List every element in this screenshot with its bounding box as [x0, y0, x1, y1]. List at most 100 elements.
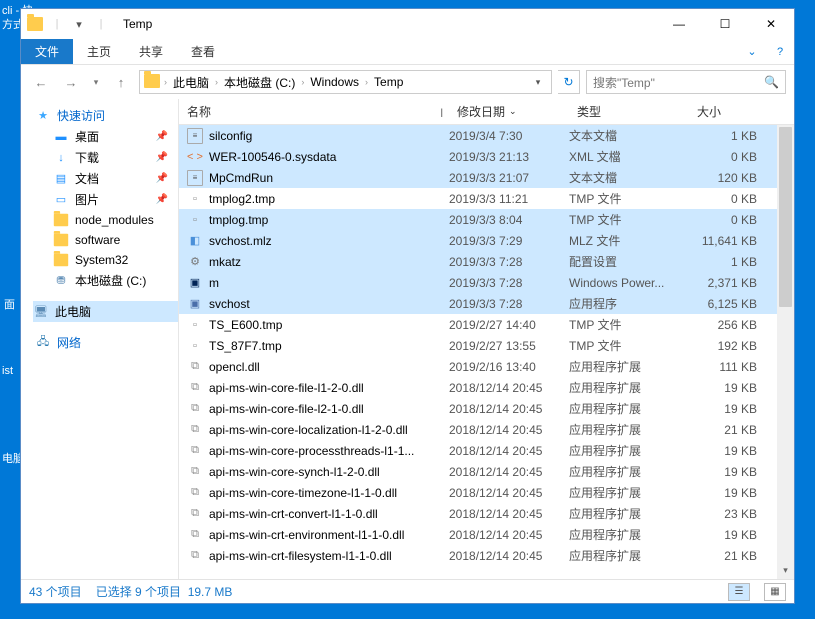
column-type[interactable]: 类型 — [569, 103, 689, 120]
file-icon: ▣ — [187, 275, 203, 291]
file-row[interactable]: ▣m2019/3/3 7:28Windows Power...2,371 KB — [179, 272, 794, 293]
file-row[interactable]: ⧉api-ms-win-core-file-l2-1-0.dll2018/12/… — [179, 398, 794, 419]
sidebar-item-icon: ↓ — [53, 150, 69, 166]
sidebar-quick-access[interactable]: ★ 快速访问 — [35, 105, 178, 126]
sidebar-item[interactable]: ▤文档📌 — [35, 168, 178, 189]
status-item-count: 43 个项目 — [29, 583, 82, 600]
scrollbar-vertical[interactable]: ▴ ▾ — [777, 125, 794, 579]
file-icon: ▫ — [187, 338, 203, 354]
file-date: 2018/12/14 20:45 — [449, 402, 569, 416]
file-row[interactable]: ⧉api-ms-win-crt-environment-l1-1-0.dll20… — [179, 524, 794, 545]
forward-button[interactable]: → — [59, 70, 83, 94]
sidebar-item[interactable]: ▭图片📌 — [35, 189, 178, 210]
file-name: api-ms-win-crt-convert-l1-1-0.dll — [209, 507, 378, 521]
scroll-down-icon[interactable]: ▾ — [777, 562, 794, 579]
minimize-button[interactable]: — — [656, 9, 702, 39]
column-size[interactable]: 大小 — [689, 103, 769, 120]
file-row[interactable]: ◧svchost.mlz2019/3/3 7:29MLZ 文件11,641 KB — [179, 230, 794, 251]
file-row[interactable]: < >WER-100546-0.sysdata2019/3/3 21:13XML… — [179, 146, 794, 167]
sidebar-network-label: 网络 — [57, 334, 81, 351]
file-type: 应用程序扩展 — [569, 463, 689, 480]
sidebar-network[interactable]: 🖧 网络 — [35, 332, 178, 353]
file-icon: ⧉ — [187, 380, 203, 396]
column-date[interactable]: 修改日期⌄ — [449, 103, 569, 120]
file-row[interactable]: ⧉api-ms-win-core-synch-l1-2-0.dll2018/12… — [179, 461, 794, 482]
sidebar-item[interactable]: node_modules — [35, 210, 178, 230]
file-row[interactable]: ⧉opencl.dll2019/2/16 13:40应用程序扩展111 KB — [179, 356, 794, 377]
file-row[interactable]: ▫tmplog.tmp2019/3/3 8:04TMP 文件0 KB — [179, 209, 794, 230]
file-row[interactable]: ⚙mkatz2019/3/3 7:28配置设置1 KB — [179, 251, 794, 272]
status-selected: 已选择 9 个项目 19.7 MB — [96, 583, 233, 600]
breadcrumb-drive[interactable]: 本地磁盘 (C:) — [222, 74, 297, 91]
tab-file[interactable]: 文件 — [21, 39, 73, 64]
column-name[interactable]: 名称| — [179, 103, 449, 120]
sidebar-item-icon — [53, 232, 69, 248]
explorer-window: | ▾ | Temp — ☐ ✕ 文件 主页 共享 查看 ⌄ ? ← → ▾ ↑… — [20, 8, 795, 604]
sidebar-item[interactable]: ▬桌面📌 — [35, 126, 178, 147]
file-date: 2019/2/27 13:55 — [449, 339, 569, 353]
breadcrumb[interactable]: › 此电脑 › 本地磁盘 (C:) › Windows › Temp ▾ — [139, 70, 552, 94]
file-row[interactable]: ▫TS_87F7.tmp2019/2/27 13:55TMP 文件192 KB — [179, 335, 794, 356]
desktop-fragment: 面 — [4, 296, 15, 312]
sidebar-item[interactable]: System32 — [35, 250, 178, 270]
address-dropdown[interactable]: ▾ — [529, 77, 547, 88]
ribbon-expand-icon[interactable]: ⌄ — [738, 39, 766, 64]
file-row[interactable]: ⧉api-ms-win-core-file-l1-2-0.dll2018/12/… — [179, 377, 794, 398]
folder-icon — [144, 74, 160, 91]
refresh-button[interactable]: ↻ — [558, 70, 580, 94]
file-type: 应用程序扩展 — [569, 358, 689, 375]
file-icon: ⧉ — [187, 548, 203, 564]
file-size: 21 KB — [689, 423, 769, 437]
breadcrumb-root[interactable]: 此电脑 — [171, 74, 211, 91]
file-date: 2019/3/3 8:04 — [449, 213, 569, 227]
file-name: WER-100546-0.sysdata — [209, 150, 336, 164]
sidebar-item[interactable]: ↓下载📌 — [35, 147, 178, 168]
pin-icon: 📌 — [156, 194, 168, 205]
breadcrumb-temp[interactable]: Temp — [372, 75, 405, 89]
file-row[interactable]: ⧉api-ms-win-core-localization-l1-2-0.dll… — [179, 419, 794, 440]
qat-dropdown[interactable]: ▾ — [71, 16, 87, 32]
back-button[interactable]: ← — [29, 70, 53, 94]
file-date: 2019/3/3 7:28 — [449, 297, 569, 311]
sidebar-item-label: 本地磁盘 (C:) — [75, 272, 146, 289]
file-type: Windows Power... — [569, 276, 689, 290]
file-row[interactable]: ⧉api-ms-win-core-timezone-l1-1-0.dll2018… — [179, 482, 794, 503]
file-icon: ◧ — [187, 233, 203, 249]
close-button[interactable]: ✕ — [748, 9, 794, 39]
file-row[interactable]: ▫tmplog2.tmp2019/3/3 11:21TMP 文件0 KB — [179, 188, 794, 209]
sort-indicator: | — [441, 107, 443, 117]
breadcrumb-windows[interactable]: Windows — [308, 75, 361, 89]
file-type: 应用程序扩展 — [569, 379, 689, 396]
file-row[interactable]: ⧉api-ms-win-core-processthreads-l1-1...2… — [179, 440, 794, 461]
file-row[interactable]: ⧉api-ms-win-crt-convert-l1-1-0.dll2018/1… — [179, 503, 794, 524]
search-input[interactable]: 搜索"Temp" 🔍 — [586, 70, 786, 94]
sidebar-item[interactable]: software — [35, 230, 178, 250]
file-name: tmplog.tmp — [209, 213, 268, 227]
tab-home[interactable]: 主页 — [73, 39, 125, 64]
up-button[interactable]: ↑ — [109, 70, 133, 94]
tab-view[interactable]: 查看 — [177, 39, 229, 64]
file-date: 2018/12/14 20:45 — [449, 507, 569, 521]
file-name: api-ms-win-crt-environment-l1-1-0.dll — [209, 528, 404, 542]
file-row[interactable]: ⧉api-ms-win-crt-filesystem-l1-1-0.dll201… — [179, 545, 794, 566]
sidebar-item[interactable]: ⛃ 本地磁盘 (C:) — [35, 270, 178, 291]
tab-share[interactable]: 共享 — [125, 39, 177, 64]
sidebar-this-pc[interactable]: 🖥 此电脑 — [33, 301, 178, 322]
title-bar[interactable]: | ▾ | Temp — ☐ ✕ — [21, 9, 794, 39]
help-icon[interactable]: ? — [766, 39, 794, 64]
file-icon: < > — [187, 149, 203, 165]
file-date: 2019/3/4 7:30 — [449, 129, 569, 143]
scrollbar-thumb[interactable] — [779, 127, 792, 307]
sidebar: ★ 快速访问 ▬桌面📌↓下载📌▤文档📌▭图片📌node_modulessoftw… — [21, 99, 179, 579]
file-row[interactable]: ▫TS_E600.tmp2019/2/27 14:40TMP 文件256 KB — [179, 314, 794, 335]
view-details-button[interactable]: ☰ — [728, 583, 750, 601]
view-icons-button[interactable]: ▦ — [764, 583, 786, 601]
file-size: 19 KB — [689, 528, 769, 542]
maximize-button[interactable]: ☐ — [702, 9, 748, 39]
history-dropdown[interactable]: ▾ — [89, 70, 103, 94]
sidebar-item-icon: ⛃ — [53, 273, 69, 289]
file-date: 2019/3/3 7:28 — [449, 255, 569, 269]
file-row[interactable]: ≡silconfig2019/3/4 7:30文本文檔1 KB — [179, 125, 794, 146]
file-row[interactable]: ≡MpCmdRun2019/3/3 21:07文本文檔120 KB — [179, 167, 794, 188]
file-row[interactable]: ▣svchost2019/3/3 7:28应用程序6,125 KB — [179, 293, 794, 314]
